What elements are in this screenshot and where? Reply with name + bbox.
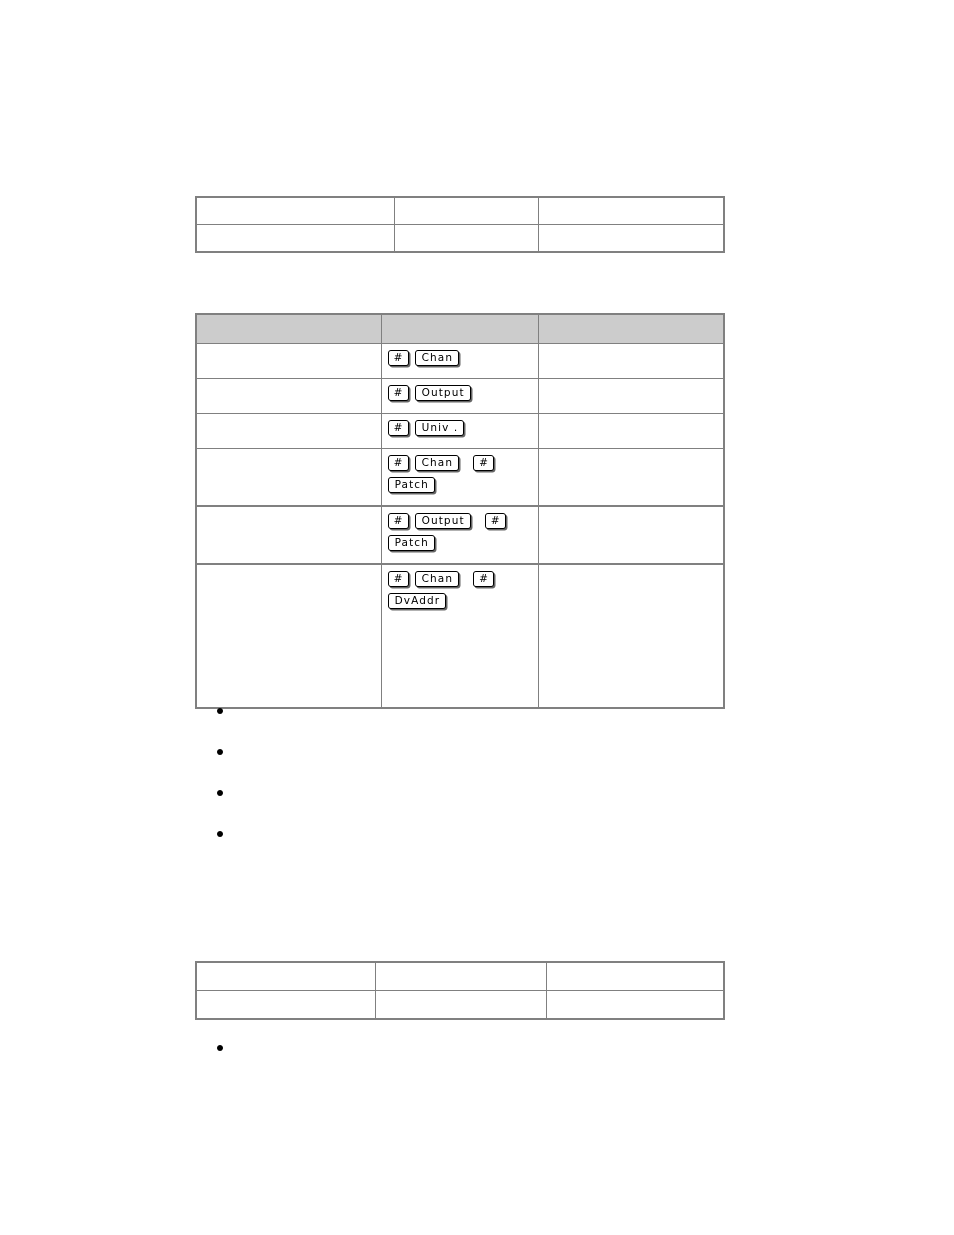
top-table-cell [537,224,725,253]
top-table-cell [537,196,725,225]
row-note [537,378,725,414]
list-item [215,744,715,761]
top-table [195,196,725,253]
bottom-table-cell [545,990,725,1020]
keycap-output[interactable]: Output [414,513,471,529]
column-header [380,313,539,344]
key-sequence-cell: # Chan [380,343,539,379]
row-label [195,413,382,449]
key-sequence-table: # Chan # Output # Univ . # Chan # Patch … [195,313,725,709]
top-table-cell [393,196,539,225]
keycap-line: DvAddr [387,593,538,615]
row-label [195,378,382,414]
keycap-hash[interactable]: # [387,513,409,529]
keycap-line: # Chan # [387,455,538,477]
bottom-table [195,961,725,1020]
row-note [537,343,725,379]
key-sequence-cell: # Output # Patch [380,505,539,565]
table-row [195,224,725,253]
key-sequence-cell: # Chan # Patch [380,448,539,507]
key-sequence-cell: # Chan # DvAddr [380,563,539,709]
column-header [195,313,382,344]
bottom-table-cell [374,961,547,991]
column-header [537,313,725,344]
keycap-output[interactable]: Output [414,385,471,401]
keycap-hash[interactable]: # [387,350,409,366]
bottom-table-cell [195,990,376,1020]
table-row: # Output [195,378,725,414]
key-sequence-cell: # Output [380,378,539,414]
table-row: # Chan # DvAddr [195,563,725,709]
row-label [195,505,382,565]
keycap-chan[interactable]: Chan [414,571,460,587]
bullet-list-main [215,703,715,867]
bottom-table-cell [545,961,725,991]
keycap-hash[interactable]: # [387,385,409,401]
keycap-hash[interactable]: # [387,455,409,471]
row-label [195,563,382,709]
table-row: # Chan [195,343,725,379]
keycap-hash[interactable]: # [484,513,506,529]
list-item [215,703,715,720]
table-row: # Univ . [195,413,725,449]
page-canvas: # Chan # Output # Univ . # Chan # Patch … [0,0,954,1235]
table-row: # Chan # Patch [195,448,725,507]
table-row [195,990,725,1020]
list-item [215,1040,715,1057]
bullet-list-after [215,1040,715,1057]
keycap-line: # Chan # [387,571,538,593]
keycap-chan[interactable]: Chan [414,455,460,471]
keycap-line: Patch [387,477,538,499]
key-sequence-cell: # Univ . [380,413,539,449]
table-header-row [195,313,725,344]
row-note [537,563,725,709]
table-row [195,961,725,991]
row-label [195,448,382,507]
row-note [537,505,725,565]
keycap-univ[interactable]: Univ . [414,420,465,436]
row-label [195,343,382,379]
keycap-line: # Output [387,385,538,407]
keycap-hash[interactable]: # [387,571,409,587]
keycap-line: # Univ . [387,420,538,442]
keycap-dvaddr[interactable]: DvAddr [387,593,447,609]
keycap-patch[interactable]: Patch [387,477,435,493]
top-table-cell [195,196,395,225]
table-row [195,196,725,225]
keycap-hash[interactable]: # [473,571,495,587]
keycap-hash[interactable]: # [473,455,495,471]
row-note [537,448,725,507]
keycap-patch[interactable]: Patch [387,535,435,551]
top-table-cell [195,224,395,253]
keycap-line: # Chan [387,350,538,372]
keycap-line: Patch [387,535,538,557]
row-note [537,413,725,449]
top-table-cell [393,224,539,253]
keycap-hash[interactable]: # [387,420,409,436]
bottom-table-cell [374,990,547,1020]
keycap-line: # Output # [387,513,538,535]
table-row: # Output # Patch [195,505,725,565]
bottom-table-cell [195,961,376,991]
list-item [215,826,715,843]
keycap-chan[interactable]: Chan [414,350,460,366]
list-item [215,785,715,802]
